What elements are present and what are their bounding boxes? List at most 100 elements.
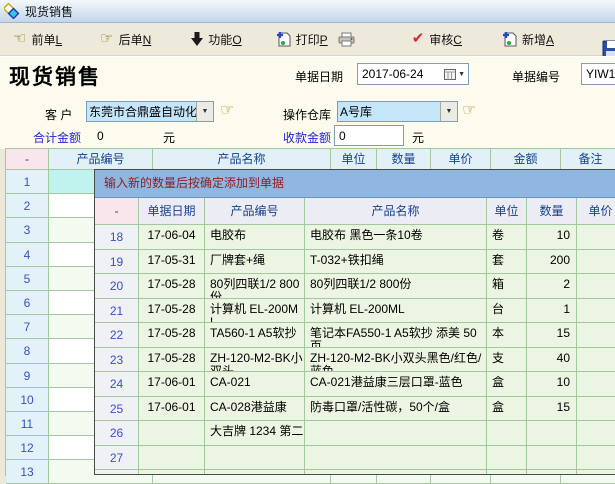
quantity-cell[interactable] <box>527 421 577 446</box>
unit-cell[interactable] <box>487 446 527 471</box>
unit-price-cell[interactable] <box>577 372 615 397</box>
doc-date-cell[interactable]: 17-05-31 <box>139 250 205 275</box>
quantity-cell[interactable]: 10 <box>527 372 577 397</box>
doc-date-cell[interactable] <box>139 470 205 475</box>
row-number-cell[interactable]: 19 <box>95 250 139 275</box>
lookup-row[interactable]: 1917-05-31厂牌套+绳T-032+铁扣绳套200 <box>95 250 615 275</box>
lookup-row[interactable]: 2017-05-2880列四联1/2 800份80列四联1/2 800份箱2 <box>95 274 615 299</box>
lookup-row[interactable]: 26大吉牌 1234 第二 <box>95 421 615 446</box>
row-number-cell[interactable]: 10 <box>6 388 49 412</box>
product-code-cell[interactable]: 80列四联1/2 800份 <box>205 274 305 299</box>
row-number-cell[interactable]: 11 <box>6 412 49 436</box>
customer-lookup-icon[interactable]: ☞ <box>220 103 234 119</box>
quantity-cell[interactable]: 2 <box>527 274 577 299</box>
unit-cell[interactable]: 盒 <box>487 372 527 397</box>
product-name-cell[interactable]: 笔记本FA550-1 A5软抄 添美 50页 <box>305 323 487 348</box>
unit-cell[interactable] <box>487 421 527 446</box>
unit-price-cell[interactable] <box>577 274 615 299</box>
lookup-row[interactable]: 2317-05-28ZH-120-M2-BK小双头ZH-120-M2-BK小双头… <box>95 348 615 373</box>
row-number-cell[interactable]: 21 <box>95 299 139 324</box>
unit-cell[interactable]: 台 <box>487 299 527 324</box>
unit-price-cell[interactable] <box>577 299 615 324</box>
unit-cell[interactable]: 盒 <box>487 397 527 422</box>
row-number-cell[interactable]: 1 <box>6 170 49 194</box>
row-number-cell[interactable]: 9 <box>6 364 49 388</box>
unit-price-cell[interactable] <box>577 421 615 446</box>
quantity-cell[interactable] <box>527 470 577 475</box>
audit-button[interactable]: ✔ 审核C <box>407 27 467 52</box>
product-code-cell[interactable] <box>205 446 305 471</box>
row-number-cell[interactable]: 3 <box>6 218 49 242</box>
row-number-cell[interactable]: 18 <box>95 225 139 250</box>
quantity-cell[interactable]: 15 <box>527 323 577 348</box>
row-number-cell[interactable]: 8 <box>6 339 49 363</box>
unit-cell[interactable] <box>487 470 527 475</box>
product-name-cell[interactable]: T-032+铁扣绳 <box>305 250 487 275</box>
row-number-cell[interactable]: 4 <box>6 243 49 267</box>
quantity-cell[interactable]: 40 <box>527 348 577 373</box>
doc-date-cell[interactable]: 17-05-28 <box>139 274 205 299</box>
lookup-row[interactable]: 1817-06-04电胶布电胶布 黑色一条10卷卷10 <box>95 225 615 250</box>
unit-price-cell[interactable] <box>577 470 615 475</box>
row-number-cell[interactable]: 24 <box>95 372 139 397</box>
lookup-row[interactable]: 2517-06-01CA-028港益康防毒口罩/活性碳，50个/盒盒15 <box>95 397 615 422</box>
product-code-cell[interactable]: 厂牌套+绳 <box>205 250 305 275</box>
doc-date-cell[interactable]: 17-05-28 <box>139 323 205 348</box>
unit-cell[interactable]: 卷 <box>487 225 527 250</box>
lookup-row[interactable]: 2117-05-28计算机 EL-200ML计算机 EL-200ML台1 <box>95 299 615 324</box>
product-code-cell[interactable]: CA-021 <box>205 372 305 397</box>
quantity-cell[interactable]: 10 <box>527 225 577 250</box>
doc-date-cell[interactable] <box>139 421 205 446</box>
lookup-row[interactable]: 2417-06-01CA-021CA-021港益康三层口罩-蓝色盒10 <box>95 372 615 397</box>
row-number-cell[interactable]: 7 <box>6 315 49 339</box>
unit-price-cell[interactable] <box>577 323 615 348</box>
row-number-cell[interactable]: 6 <box>6 291 49 315</box>
next-doc-button[interactable]: ☞ 后单N <box>95 27 156 52</box>
row-number-cell[interactable]: 23 <box>95 348 139 373</box>
product-name-cell[interactable]: 防毒口罩/活性碳，50个/盒 <box>305 397 487 422</box>
doc-date-cell[interactable]: 17-05-28 <box>139 348 205 373</box>
unit-price-cell[interactable] <box>577 225 615 250</box>
quantity-cell[interactable]: 15 <box>527 397 577 422</box>
row-number-cell[interactable]: 25 <box>95 397 139 422</box>
calendar-dropdown-button[interactable]: ▼ <box>444 69 468 80</box>
lookup-row[interactable]: 2217-05-28TA560-1 A5软抄笔记本FA550-1 A5软抄 添美… <box>95 323 615 348</box>
unit-cell[interactable]: 套 <box>487 250 527 275</box>
warehouse-combobox[interactable]: A号库 ▼ <box>337 101 458 122</box>
unit-cell[interactable]: 支 <box>487 348 527 373</box>
unit-cell[interactable]: 箱 <box>487 274 527 299</box>
product-code-cell[interactable] <box>205 470 305 475</box>
row-number-cell[interactable]: 27 <box>95 446 139 471</box>
unit-price-cell[interactable] <box>577 397 615 422</box>
customer-combobox[interactable]: 东莞市合鼎盛自动化设 ▼ <box>86 101 214 122</box>
prev-doc-button[interactable]: ☜ 前单L <box>8 27 67 52</box>
unit-price-cell[interactable] <box>577 250 615 275</box>
row-number-cell[interactable]: 5 <box>6 267 49 291</box>
save-button[interactable] <box>583 35 615 43</box>
warehouse-dropdown-arrow[interactable]: ▼ <box>440 102 457 121</box>
product-name-cell[interactable] <box>305 446 487 471</box>
doc-date-cell[interactable]: 17-06-01 <box>139 397 205 422</box>
product-code-cell[interactable]: 计算机 EL-200ML <box>205 299 305 324</box>
unit-cell[interactable]: 本 <box>487 323 527 348</box>
product-name-cell[interactable]: ZH-120-M2-BK小双头黑色/红色/蓝色 <box>305 348 487 373</box>
product-name-cell[interactable] <box>305 470 487 475</box>
customer-dropdown-arrow[interactable]: ▼ <box>196 102 213 121</box>
lookup-row[interactable] <box>95 470 615 475</box>
received-amount-field[interactable]: 0 <box>334 125 404 146</box>
add-new-button[interactable]: 新增A <box>497 27 559 52</box>
doc-no-field[interactable]: YIW1 <box>581 63 615 85</box>
lookup-row[interactable]: 27 <box>95 446 615 471</box>
doc-date-cell[interactable] <box>139 446 205 471</box>
product-code-cell[interactable]: TA560-1 A5软抄 <box>205 323 305 348</box>
product-code-cell[interactable]: 电胶布 <box>205 225 305 250</box>
product-name-cell[interactable]: CA-021港益康三层口罩-蓝色 <box>305 372 487 397</box>
row-number-cell[interactable] <box>95 470 139 475</box>
quantity-cell[interactable] <box>527 446 577 471</box>
product-name-cell[interactable]: 计算机 EL-200ML <box>305 299 487 324</box>
unit-price-cell[interactable] <box>577 348 615 373</box>
doc-date-cell[interactable]: 17-06-04 <box>139 225 205 250</box>
row-number-cell[interactable]: 26 <box>95 421 139 446</box>
row-number-cell[interactable]: 22 <box>95 323 139 348</box>
row-number-cell[interactable]: 20 <box>95 274 139 299</box>
